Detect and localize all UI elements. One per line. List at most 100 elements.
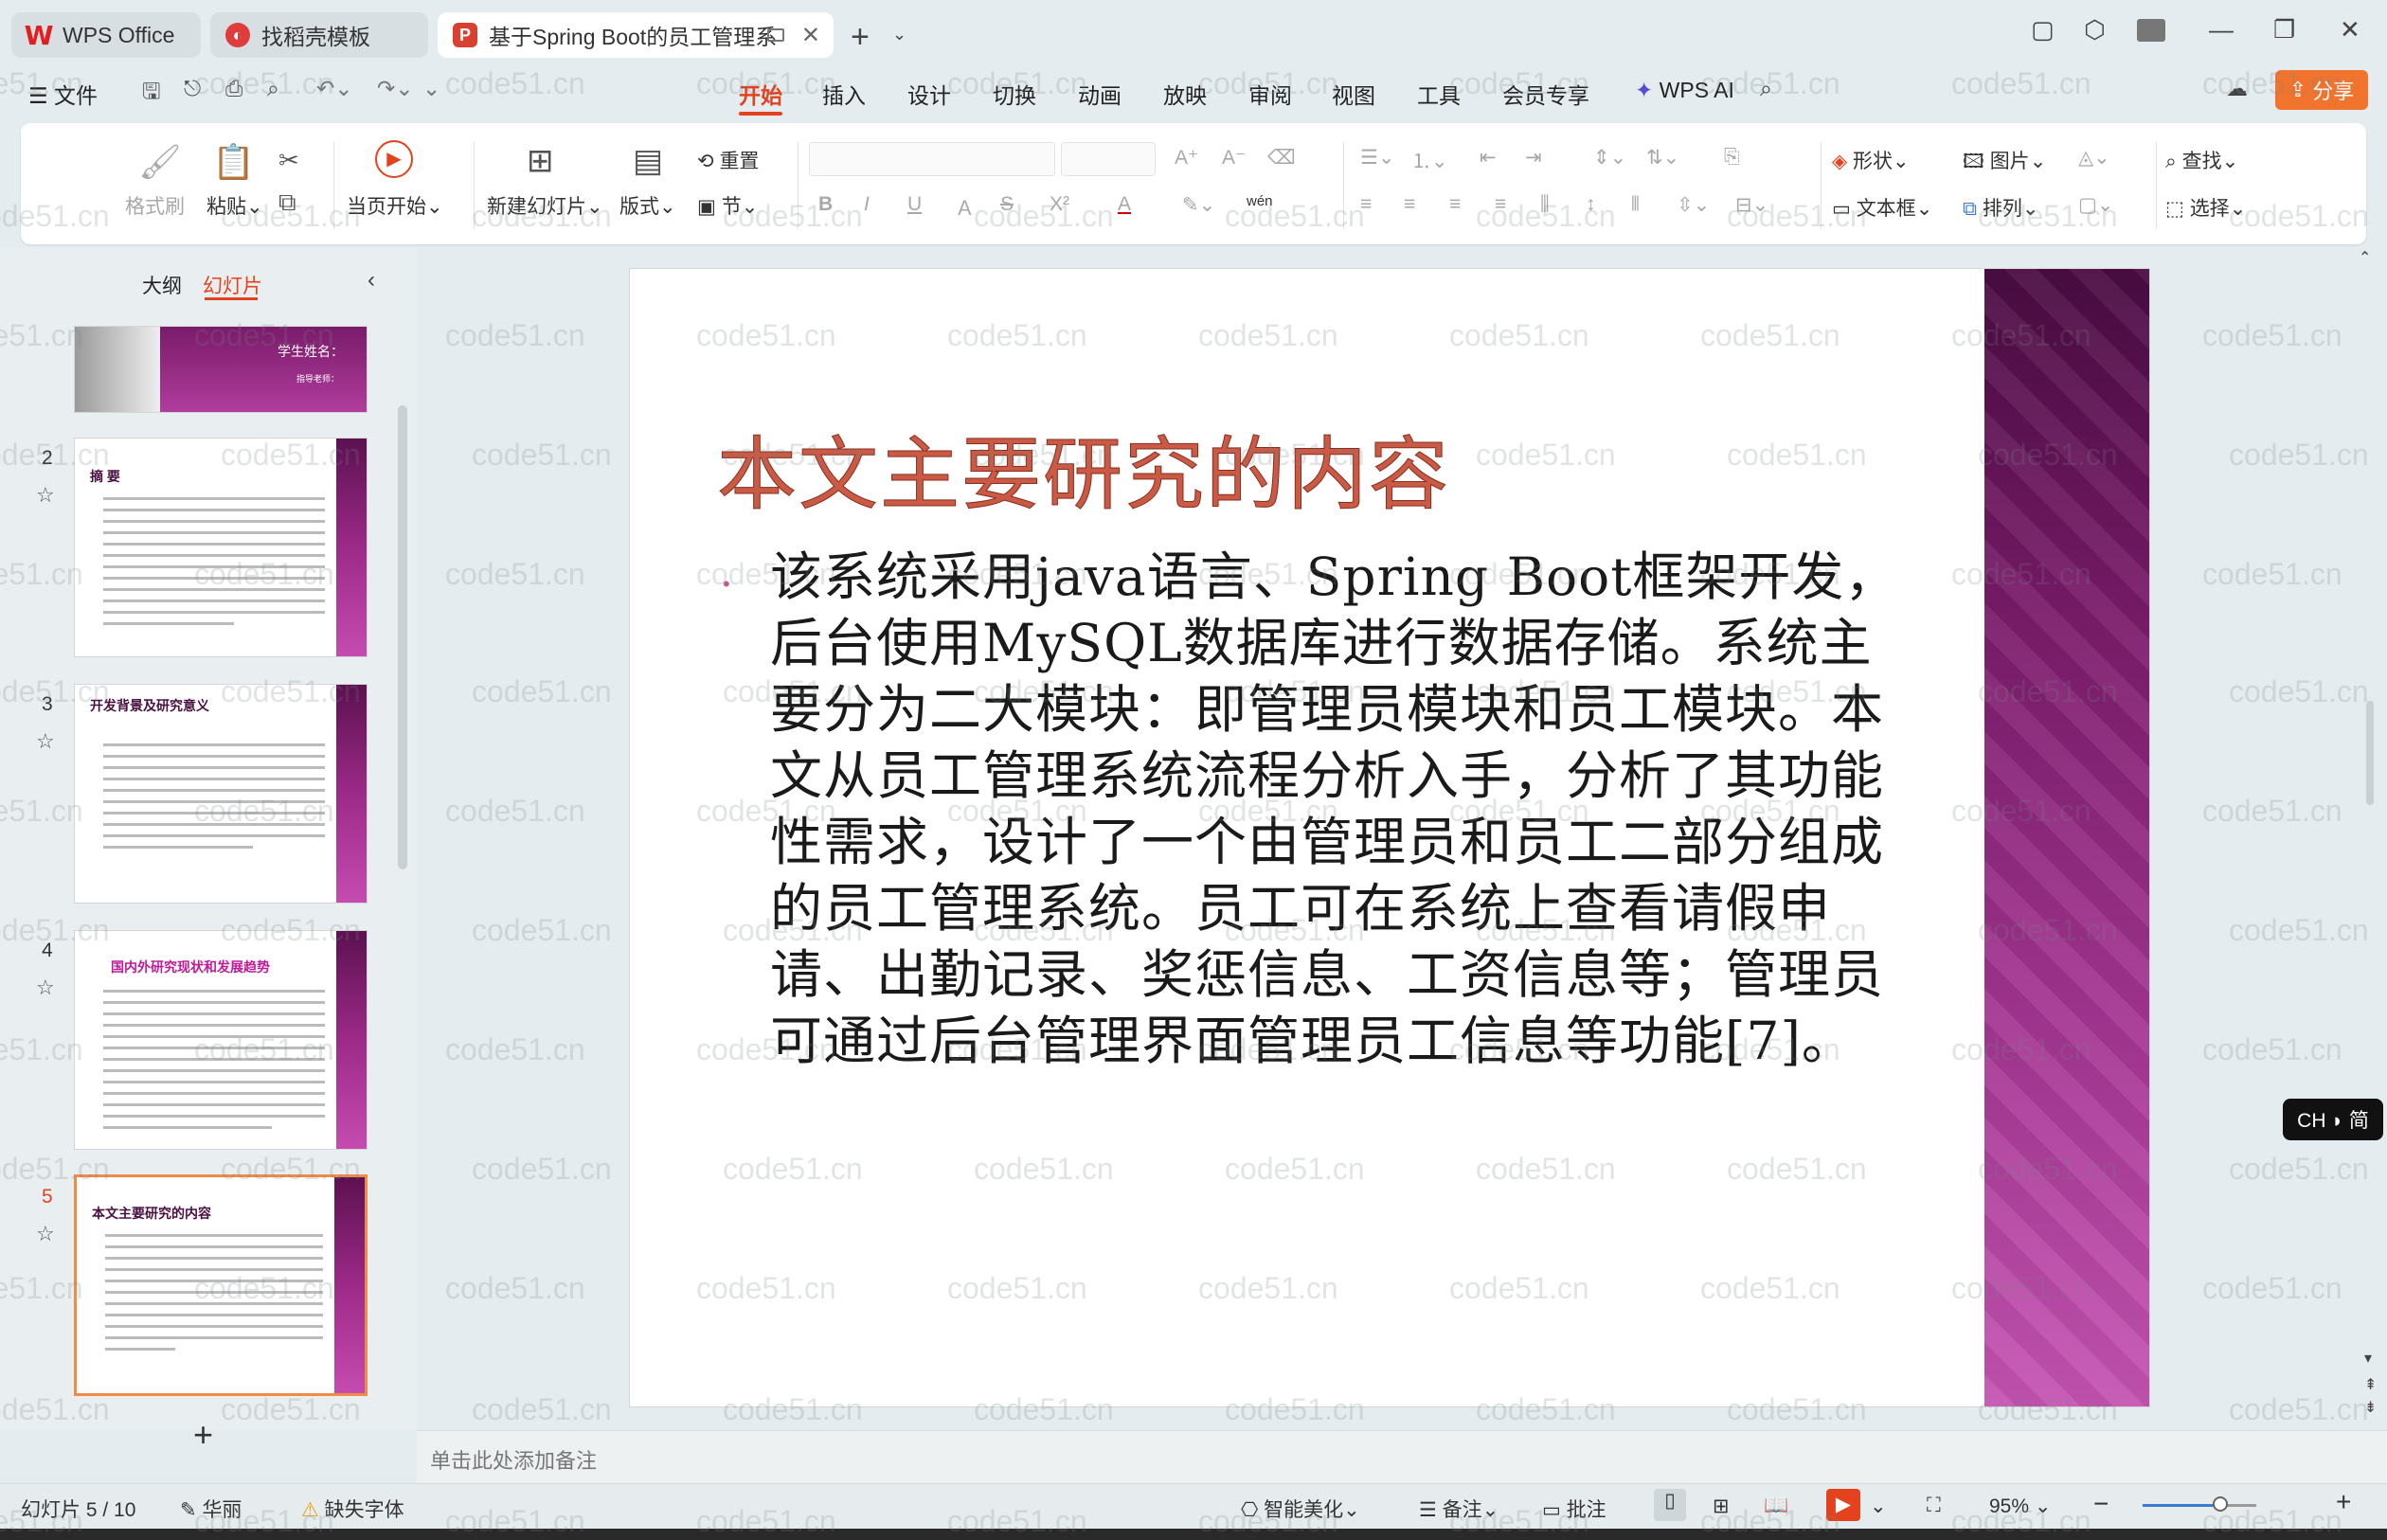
star-icon[interactable]: ☆: [36, 483, 55, 508]
play-icon[interactable]: ▶: [375, 140, 413, 178]
slide-canvas[interactable]: 本文主要研究的内容 • 该系统采用java语言、Spring Boot框架开发，…: [629, 268, 2150, 1407]
menu-transition[interactable]: 切换: [993, 78, 1036, 110]
canvas-scrollbar[interactable]: [2366, 701, 2374, 805]
zoom-slider-handle[interactable]: [2213, 1496, 2228, 1512]
tab-slides[interactable]: 幻灯片: [203, 271, 262, 299]
window-layout-icon[interactable]: ▢: [2031, 15, 2055, 45]
redo-icon[interactable]: ↷⌄: [377, 76, 414, 101]
layout-icon[interactable]: ▤: [633, 142, 663, 180]
minimize-icon[interactable]: —: [2209, 15, 2234, 45]
cube-icon[interactable]: ⬡: [2084, 15, 2106, 45]
menu-wps-ai[interactable]: ✦ WPS AI: [1635, 78, 1734, 103]
bullet-list-icon[interactable]: ☰⌄: [1360, 146, 1394, 170]
align-left-icon[interactable]: ≡: [1360, 193, 1372, 216]
new-slide-icon[interactable]: ⊞: [527, 142, 554, 180]
slideshow-options-chevron-icon[interactable]: ⌄: [1870, 1495, 1887, 1518]
tab-wps-office[interactable]: W WPS Office: [11, 12, 201, 58]
phonetic-guide-button[interactable]: wén: [1247, 193, 1273, 209]
format-painter-button[interactable]: 格式刷: [125, 191, 185, 220]
decrease-font-icon[interactable]: A⁻: [1222, 146, 1246, 170]
ime-indicator[interactable]: CH ◗ 简: [2283, 1099, 2383, 1140]
menu-insert[interactable]: 插入: [822, 78, 866, 110]
menu-tools[interactable]: 工具: [1417, 78, 1461, 110]
zoom-out-icon[interactable]: −: [2093, 1489, 2109, 1519]
slide-body-text[interactable]: 该系统采用java语言、Spring Boot框架开发，后台使用MySQL数据库…: [770, 544, 1916, 1074]
justify-icon[interactable]: ≡: [1495, 193, 1506, 216]
sort-icon[interactable]: ⇅⌄: [1646, 146, 1679, 170]
comment-button[interactable]: ▭ 批注: [1542, 1495, 1606, 1523]
increase-indent-icon[interactable]: ⇥: [1525, 146, 1542, 170]
highlight-icon[interactable]: ✎⌄: [1182, 193, 1215, 217]
text-direction-icon[interactable]: ⇕⌄: [1593, 146, 1626, 170]
slide-thumbnail-3[interactable]: 开发背景及研究意义: [74, 684, 368, 904]
prev-slide-icon[interactable]: ⇞: [2364, 1375, 2377, 1394]
reading-view-icon[interactable]: 📖: [1764, 1495, 1788, 1517]
new-slide-button[interactable]: 新建幻灯片⌄: [487, 191, 603, 220]
zoom-level[interactable]: 95% ⌄: [1989, 1495, 2051, 1518]
menu-review[interactable]: 审阅: [1248, 78, 1292, 110]
shape-button[interactable]: ◈ 形状⌄: [1832, 146, 1910, 174]
star-icon[interactable]: ☆: [36, 976, 55, 1000]
find-button[interactable]: ⌕ 查找⌄: [2165, 146, 2238, 174]
share-button[interactable]: ⇪ 分享: [2275, 70, 2368, 110]
tab-template[interactable]: ◐ 找稻壳模板: [210, 12, 428, 58]
slide-thumbnail-4[interactable]: 国内外研究现状和发展趋势: [74, 930, 368, 1150]
tab-outline[interactable]: 大纲: [142, 271, 182, 299]
menu-design[interactable]: 设计: [907, 78, 951, 110]
arrange-button[interactable]: ⧉ 排列⌄: [1963, 193, 2038, 222]
columns-icon[interactable]: ⫴: [1631, 193, 1640, 216]
menu-home[interactable]: 开始: [739, 78, 782, 110]
strikethrough-button[interactable]: S: [1000, 193, 1014, 216]
format-painter-icon[interactable]: 🖌: [138, 142, 182, 182]
align-right-icon[interactable]: ≡: [1449, 193, 1461, 216]
close-tab-icon[interactable]: ✕: [801, 22, 820, 49]
paste-icon[interactable]: 📋: [212, 142, 255, 182]
superscript-button[interactable]: X²: [1050, 193, 1069, 216]
italic-button[interactable]: I: [864, 193, 870, 216]
slide-thumbnail-5[interactable]: 本文主要研究的内容: [74, 1174, 368, 1396]
paragraph-spacing-icon[interactable]: ⇳⌄: [1677, 193, 1710, 217]
slide-title[interactable]: 本文主要研究的内容: [716, 411, 1450, 526]
reset-button[interactable]: ⟲ 重置: [697, 146, 759, 174]
play-slideshow-icon[interactable]: ▶: [1826, 1489, 1860, 1521]
scroll-down-icon[interactable]: ▾: [2364, 1349, 2372, 1368]
panel-scrollbar[interactable]: [398, 405, 407, 869]
star-icon[interactable]: ☆: [36, 729, 55, 754]
notes-toggle-button[interactable]: ☰ 备注⌄: [1419, 1495, 1499, 1523]
select-button[interactable]: ⬚ 选择⌄: [2165, 193, 2246, 222]
copy-icon[interactable]: ⧉: [278, 188, 296, 218]
print-icon[interactable]: ⎙: [225, 76, 242, 101]
outline-icon[interactable]: ▢⌄: [2078, 193, 2113, 217]
align-center-icon[interactable]: ≡: [1404, 193, 1415, 216]
print-preview-icon[interactable]: ⌕: [267, 76, 279, 101]
menu-member[interactable]: 会员专享: [1502, 78, 1589, 110]
slide-sorter-icon[interactable]: ⊞: [1713, 1495, 1730, 1518]
clear-format-icon[interactable]: ⌫: [1267, 146, 1296, 170]
save-icon[interactable]: 🖫: [142, 76, 161, 113]
font-size-select[interactable]: [1061, 142, 1156, 176]
start-from-current-button[interactable]: 当页开始⌄: [347, 191, 443, 220]
shadow-icon[interactable]: Ａ: [955, 193, 975, 222]
bold-button[interactable]: B: [818, 193, 833, 216]
numbered-list-icon[interactable]: ⒈⌄: [1411, 146, 1448, 174]
layout-button[interactable]: 版式⌄: [619, 191, 676, 220]
add-slide-button[interactable]: +: [193, 1415, 213, 1455]
normal-view-icon[interactable]: ▯: [1654, 1489, 1686, 1521]
undo-icon[interactable]: ↶⌄: [316, 76, 353, 101]
menu-file[interactable]: ☰ 文件: [28, 78, 98, 110]
next-slide-icon[interactable]: ⇟: [2364, 1398, 2377, 1417]
cloud-icon[interactable]: ☁: [2226, 76, 2248, 101]
underline-button[interactable]: U: [907, 193, 922, 216]
fit-window-icon[interactable]: ⛶: [1927, 1495, 1941, 1517]
font-name-select[interactable]: [809, 142, 1055, 176]
textbox-button[interactable]: ▭ 文本框⌄: [1832, 193, 1932, 222]
convert-icon[interactable]: ⎘: [1724, 146, 1740, 169]
missing-font-button[interactable]: ⚠ 缺失字体: [301, 1495, 404, 1523]
paste-button[interactable]: 粘贴⌄: [206, 191, 263, 220]
cut-icon[interactable]: ✂: [278, 146, 299, 175]
slide-thumbnail-2[interactable]: 摘 要: [74, 438, 368, 657]
zoom-in-icon[interactable]: +: [2336, 1487, 2351, 1517]
menu-view[interactable]: 视图: [1332, 78, 1375, 110]
distribute-icon[interactable]: ⫼: [1540, 193, 1550, 216]
increase-font-icon[interactable]: A⁺: [1175, 146, 1198, 170]
